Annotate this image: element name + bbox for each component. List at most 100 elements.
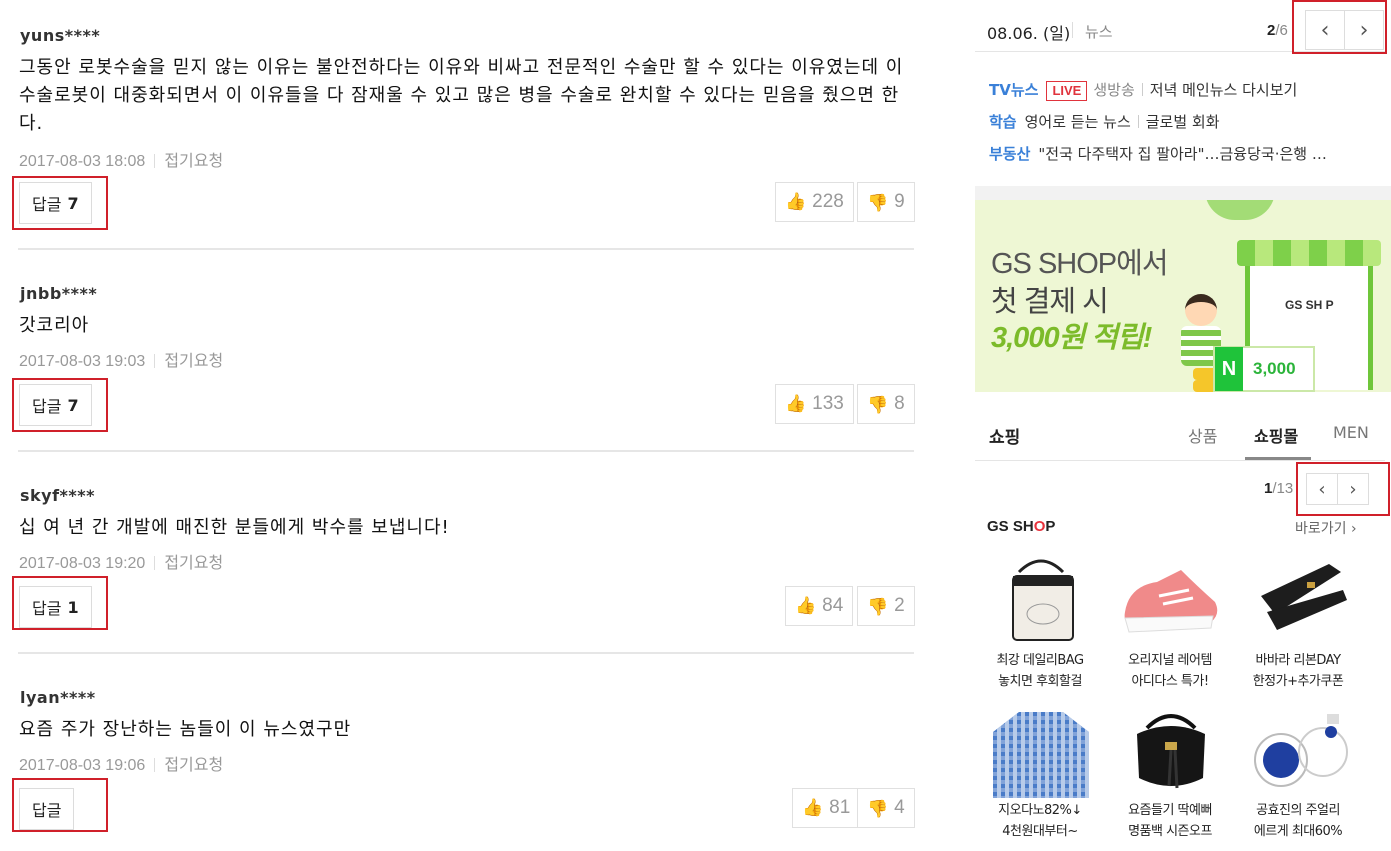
reply-label: 답글 [32,195,62,214]
goto-link[interactable]: 바로가기 › [1295,518,1357,538]
comment-time: 2017-08-03 19:03 [19,353,146,370]
like-count: 133 [812,393,844,414]
live-badge: LIVE [1046,81,1088,101]
comment-author[interactable]: jnbb**** [20,284,97,303]
reply-button[interactable]: 답글 [19,788,75,830]
logo-text: GS SH [987,518,1034,535]
news-pager: 2/6 [1267,22,1288,39]
comment-author[interactable]: skyf**** [20,486,95,505]
reply-button[interactable]: 답글 7 [19,384,92,426]
tab-malls[interactable]: 쇼핑몰 [1254,423,1298,447]
reply-count: 1 [67,597,79,617]
fold-request-link[interactable]: 접기요청 [164,353,223,370]
reply-count: 7 [67,395,79,415]
thumbs-down-icon: 👍 [867,193,889,212]
child-head [1185,294,1217,326]
comment-author[interactable]: yuns**** [20,26,100,45]
news-category[interactable]: 뉴스 [1085,21,1113,42]
gs-shop-logo[interactable]: GS SHOP [987,518,1055,535]
reply-label: 답글 [32,599,62,618]
shopping-title: 쇼핑 [989,428,1021,448]
reply-label: 답글 [32,397,62,416]
section-gap [975,186,1391,200]
npay-icon: N [1215,347,1243,391]
pager-total: /13 [1272,480,1294,497]
pager-total: /6 [1275,22,1288,39]
side-panel: 08.06. (일) 뉴스 2/6 ‹ › TV뉴스 LIVE 생방송 저녁 메인뉴스… [975,0,1391,851]
tab-men[interactable]: MEN [1333,423,1369,442]
pay-badge: N 3,000 [1213,346,1315,392]
news-link[interactable]: 저녁 메인뉴스 다시보기 [1150,81,1298,99]
ad-banner[interactable]: GS SHOP에서 첫 결제 시 3,000원 적립! GS SH P N 3,… [975,200,1391,392]
product-desc: 명품백 시즌오프 [1128,824,1212,839]
like-button[interactable]: 👍 228 [775,182,854,222]
jewelry-icon [1254,714,1348,787]
comment-text: 요즘 주가 장난하는 놈들이 이 뉴스였구만 [19,719,352,740]
comment-text: 그동안 로봇수술을 믿지 않는 이유는 불안전하다는 이유와 비싸고 전문적인 … [19,57,904,134]
comment-divider [18,652,914,654]
shop-prev-button[interactable]: ‹ [1306,473,1338,505]
fold-request-link[interactable]: 접기요청 [164,555,223,572]
bag-icon [1012,559,1074,641]
shop-pager: 1/13 [1264,480,1293,497]
row-divider [1141,83,1143,96]
chevron-right-icon: › [1359,17,1369,43]
news-header: 08.06. (일) 뉴스 2/6 ‹ › [975,0,1385,52]
product-name: 최강 데일리BAG [996,653,1084,668]
like-button[interactable]: 👍 81 [792,788,861,828]
meta-divider [154,354,156,368]
news-row-category[interactable]: 학습 [989,113,1017,131]
product-desc: 4천원대부터~ [1002,824,1078,839]
handbag-icon [1137,714,1205,789]
dislike-button[interactable]: 👍 9 [857,182,915,222]
product-desc: 놓치면 후회할걸 [998,674,1082,689]
dislike-button[interactable]: 👍 2 [857,586,915,626]
comment-item: skyf**** 십 여 년 간 개발에 매진한 분들에게 박수를 보냅니다! … [18,460,915,662]
news-link[interactable]: 영어로 듣는 뉴스 [1025,113,1131,131]
news-link[interactable]: 글로벌 회화 [1146,113,1220,131]
shop-next-button[interactable]: › [1337,473,1369,505]
comment-time: 2017-08-03 18:08 [19,153,146,170]
news-prev-button[interactable]: ‹ [1305,10,1345,50]
dislike-count: 2 [894,595,905,616]
logo-o: O [1033,518,1046,535]
thumbs-up-icon: 👍 [785,192,807,211]
product-desc: 한정가+추가쿠폰 [1252,674,1344,689]
like-button[interactable]: 👍 84 [785,586,854,626]
thumbs-down-icon: 👍 [867,395,889,414]
comment-text: 갓코리아 [19,315,90,336]
comment-author[interactable]: lyan**** [20,688,96,707]
product-desc: 아디다스 특가! [1131,674,1209,689]
dislike-button[interactable]: 👍 4 [857,788,915,828]
comment-meta: 2017-08-03 18:08 접기요청 [19,147,223,171]
leaf-decoration [1205,200,1275,220]
fold-request-link[interactable]: 접기요청 [164,153,223,170]
news-link[interactable]: 생방송 [1093,81,1134,99]
news-row-study: 학습 영어로 듣는 뉴스 글로벌 회화 [989,111,1220,132]
comment-text: 십 여 년 간 개발에 매진한 분들에게 박수를 보냅니다! [19,517,450,538]
pay-amount: 3,000 [1253,359,1296,378]
meta-divider [154,556,156,570]
reply-button[interactable]: 답글 7 [19,182,92,224]
comment-item: lyan**** 요즘 주가 장난하는 놈들이 이 뉴스였구만 2017-08-… [18,662,915,851]
news-next-button[interactable]: › [1344,10,1384,50]
dislike-count: 4 [894,797,905,818]
news-row-category[interactable]: 부동산 [989,145,1030,163]
thumbs-down-icon: 👍 [867,597,889,616]
comment-time: 2017-08-03 19:20 [19,555,146,572]
dislike-count: 8 [894,393,905,414]
like-button[interactable]: 👍 133 [775,384,854,424]
tab-products[interactable]: 상품 [1188,423,1217,447]
thumbs-down-icon: 👍 [867,799,889,818]
comment-divider [18,450,914,452]
news-row-category[interactable]: TV뉴스 [989,81,1038,99]
header-divider [1072,22,1073,38]
reply-button[interactable]: 답글 1 [19,586,92,628]
news-link[interactable]: "전국 다주택자 집 팔아라"…금융당국·은행 … [1038,145,1326,163]
dislike-count: 9 [894,191,905,212]
active-tab-indicator [1245,457,1311,460]
shop-logo: GS SH P [1285,298,1334,312]
dislike-button[interactable]: 👍 8 [857,384,915,424]
fold-request-link[interactable]: 접기요청 [164,757,223,774]
row-divider [1137,115,1139,128]
